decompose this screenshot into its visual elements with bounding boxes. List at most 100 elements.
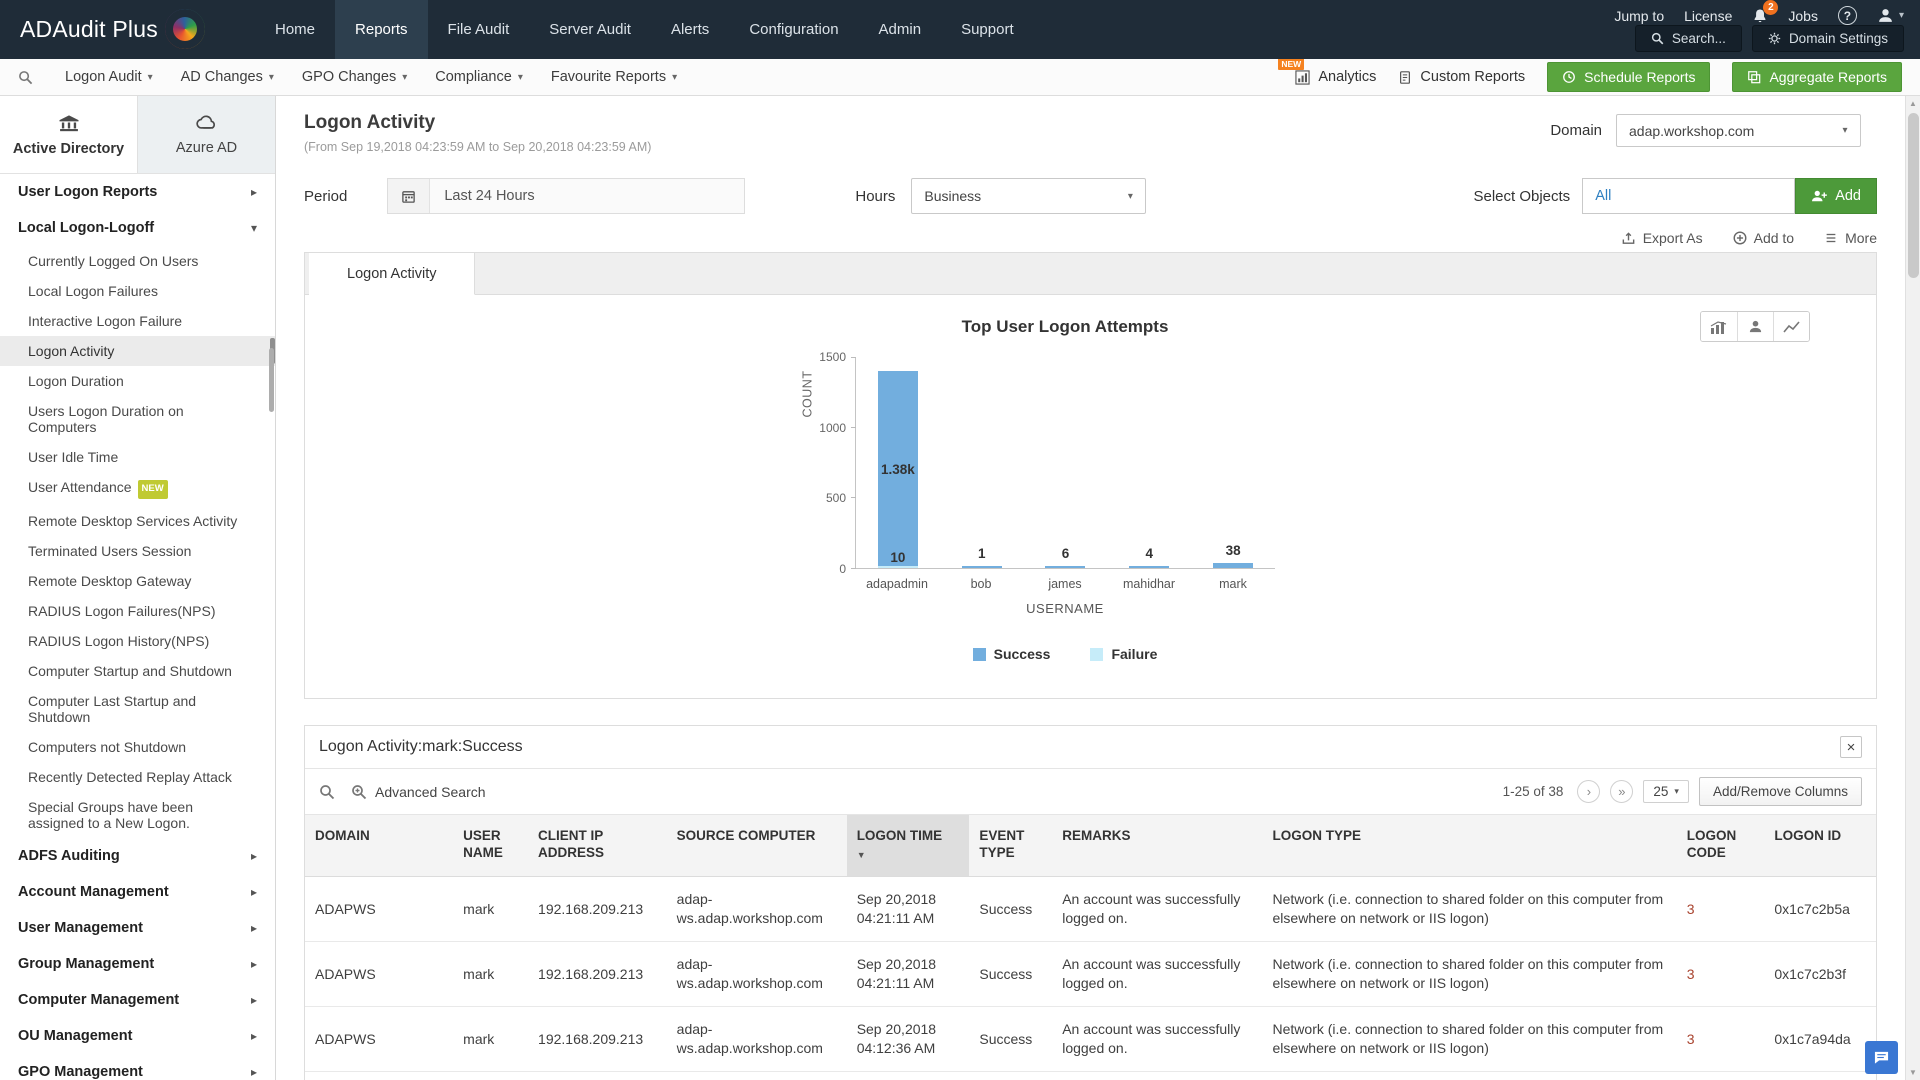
next-page-button[interactable]: ›: [1577, 780, 1600, 803]
tab-azure-ad[interactable]: Azure AD: [137, 96, 275, 173]
advanced-search-button[interactable]: Advanced Search: [351, 784, 486, 800]
sidebar-section-account-management[interactable]: Account Management▸: [0, 874, 275, 910]
scroll-up-icon[interactable]: ▲: [1906, 96, 1920, 111]
sidebar-item-terminated-users-session[interactable]: Terminated Users Session: [0, 536, 275, 566]
sidebar-item-radius-logon-failures-nps[interactable]: RADIUS Logon Failures(NPS): [0, 596, 275, 626]
sidebar-item-interactive-logon-failure[interactable]: Interactive Logon Failure: [0, 306, 275, 336]
sidebar-item-computer-last-startup-and-shutdown[interactable]: Computer Last Startup and Shutdown: [0, 686, 275, 732]
menu-ad-changes[interactable]: AD Changes▾: [167, 69, 288, 85]
export-as-button[interactable]: Export As: [1621, 230, 1703, 246]
sidebar-section-group-management[interactable]: Group Management▸: [0, 946, 275, 982]
sidebar-section-user-management[interactable]: User Management▸: [0, 910, 275, 946]
sidebar-item-radius-logon-history-nps[interactable]: RADIUS Logon History(NPS): [0, 626, 275, 656]
legend-item-failure[interactable]: Failure: [1090, 646, 1157, 662]
tab-logon-activity[interactable]: Logon Activity: [309, 253, 475, 295]
sidebar-section-user-logon-reports[interactable]: User Logon Reports▸: [0, 174, 275, 210]
account-menu[interactable]: ▾: [1877, 7, 1904, 24]
jump-to-link[interactable]: Jump to: [1614, 8, 1664, 24]
add-remove-columns-button[interactable]: Add/Remove Columns: [1699, 777, 1862, 806]
chart-bar-bob[interactable]: [962, 566, 1002, 568]
more-button[interactable]: More: [1824, 230, 1877, 246]
column-header-remarks[interactable]: REMARKS: [1052, 815, 1262, 877]
sidebar-section-local-logon-logoff[interactable]: Local Logon-Logoff▾: [0, 210, 275, 246]
column-header-logon-code[interactable]: LOGON CODE: [1677, 815, 1765, 877]
column-search-button[interactable]: [319, 784, 335, 800]
sidebar-section-ou-management[interactable]: OU Management▸: [0, 1018, 275, 1054]
table-row[interactable]: ADAPWSmark192.168.209.213adap-ws.adap.wo…: [305, 1072, 1876, 1080]
table-row[interactable]: ADAPWSmark192.168.209.213adap-ws.adap.wo…: [305, 942, 1876, 1007]
sidebar-item-remote-desktop-gateway[interactable]: Remote Desktop Gateway: [0, 566, 275, 596]
feedback-chat-button[interactable]: [1865, 1041, 1898, 1074]
add-objects-button[interactable]: Add: [1795, 178, 1877, 214]
sidebar-scrollbar-thumb[interactable]: [269, 348, 274, 412]
sidebar-section-computer-management[interactable]: Computer Management▸: [0, 982, 275, 1018]
sidebar-item-remote-desktop-services-activity[interactable]: Remote Desktop Services Activity: [0, 506, 275, 536]
select-objects-input[interactable]: All: [1582, 178, 1795, 214]
chart-bar-mark[interactable]: [1213, 563, 1253, 568]
sidebar-item-computer-startup-and-shutdown[interactable]: Computer Startup and Shutdown: [0, 656, 275, 686]
sidebar-item-computers-not-shutdown[interactable]: Computers not Shutdown: [0, 732, 275, 762]
menu-compliance[interactable]: Compliance▾: [421, 69, 537, 85]
domain-settings-button[interactable]: Domain Settings: [1752, 25, 1904, 52]
sidebar-section-gpo-management[interactable]: GPO Management▸: [0, 1054, 275, 1080]
sidebar-item-recently-detected-replay-attack[interactable]: Recently Detected Replay Attack: [0, 762, 275, 792]
hours-select[interactable]: Business ▾: [911, 178, 1146, 214]
period-input[interactable]: Last 24 Hours: [387, 178, 745, 214]
nav-item-reports[interactable]: Reports: [335, 0, 428, 59]
nav-item-alerts[interactable]: Alerts: [651, 0, 729, 59]
notifications-button[interactable]: 2: [1752, 8, 1768, 24]
vertical-scrollbar[interactable]: ▲ ▼: [1905, 96, 1920, 1080]
jobs-link[interactable]: Jobs: [1788, 8, 1818, 24]
scroll-down-icon[interactable]: ▼: [1906, 1065, 1920, 1080]
close-panel-button[interactable]: ×: [1840, 736, 1862, 758]
menu-favourite-reports[interactable]: Favourite Reports▾: [537, 69, 691, 85]
sidebar-item-currently-logged-on-users[interactable]: Currently Logged On Users: [0, 246, 275, 276]
column-header-domain[interactable]: DOMAIN: [305, 815, 453, 877]
tab-active-directory[interactable]: Active Directory: [0, 96, 137, 173]
nav-item-home[interactable]: Home: [255, 0, 335, 59]
help-button[interactable]: ?: [1838, 6, 1857, 25]
nav-item-admin[interactable]: Admin: [859, 0, 942, 59]
report-search-button[interactable]: [18, 70, 33, 85]
table-row[interactable]: ADAPWSmark192.168.209.213adap-ws.adap.wo…: [305, 877, 1876, 942]
nav-item-support[interactable]: Support: [941, 0, 1034, 59]
scrollbar-thumb[interactable]: [1908, 113, 1919, 278]
sidebar-section-adfs-auditing[interactable]: ADFS Auditing▸: [0, 838, 275, 874]
menu-logon-audit[interactable]: Logon Audit▾: [51, 69, 167, 85]
analytics-button[interactable]: NEW Analytics: [1295, 69, 1376, 85]
sidebar-item-user-attendance[interactable]: User AttendanceNEW: [0, 472, 275, 506]
custom-reports-button[interactable]: Custom Reports: [1398, 69, 1525, 85]
domain-select[interactable]: adap.workshop.com ▾: [1616, 114, 1861, 147]
sidebar-item-logon-activity[interactable]: Logon Activity: [0, 336, 275, 366]
license-link[interactable]: License: [1684, 8, 1732, 24]
sidebar-item-logon-duration[interactable]: Logon Duration: [0, 366, 275, 396]
bar-chart-icon[interactable]: [1701, 312, 1737, 341]
column-header-user-name[interactable]: USER NAME: [453, 815, 528, 877]
app-logo[interactable]: ADAudit Plus: [20, 9, 205, 49]
legend-item-success[interactable]: Success: [973, 646, 1051, 662]
sidebar-item-local-logon-failures[interactable]: Local Logon Failures: [0, 276, 275, 306]
last-page-button[interactable]: »: [1610, 780, 1633, 803]
column-header-logon-type[interactable]: LOGON TYPE: [1263, 815, 1677, 877]
add-to-button[interactable]: Add to: [1733, 230, 1794, 246]
menu-gpo-changes[interactable]: GPO Changes▾: [288, 69, 421, 85]
sidebar-item-user-idle-time[interactable]: User Idle Time: [0, 442, 275, 472]
user-summary-icon[interactable]: [1737, 312, 1773, 341]
sidebar-item-special-groups-have-been-assigned-to-a-new-logon[interactable]: Special Groups have been assigned to a N…: [0, 792, 275, 838]
table-row[interactable]: ADAPWSmark192.168.209.213adap-ws.adap.wo…: [305, 1007, 1876, 1072]
column-header-source-computer[interactable]: SOURCE COMPUTER: [667, 815, 847, 877]
page-size-select[interactable]: 25 ▾: [1643, 780, 1689, 803]
schedule-reports-button[interactable]: Schedule Reports: [1547, 62, 1710, 92]
nav-item-configuration[interactable]: Configuration: [729, 0, 858, 59]
nav-item-server-audit[interactable]: Server Audit: [529, 0, 651, 59]
nav-item-file-audit[interactable]: File Audit: [428, 0, 530, 59]
sidebar-item-users-logon-duration-on-computers[interactable]: Users Logon Duration on Computers: [0, 396, 275, 442]
column-header-event-type[interactable]: EVENT TYPE: [969, 815, 1052, 877]
chart-bar-mahidhar[interactable]: [1129, 566, 1169, 568]
aggregate-reports-button[interactable]: Aggregate Reports: [1732, 62, 1902, 92]
column-header-logon-id[interactable]: LOGON ID: [1764, 815, 1876, 877]
line-chart-icon[interactable]: [1773, 312, 1809, 341]
column-header-logon-time[interactable]: LOGON TIME▼: [847, 815, 970, 877]
global-search-button[interactable]: Search...: [1635, 25, 1742, 52]
chart-bar-james[interactable]: [1045, 566, 1085, 568]
